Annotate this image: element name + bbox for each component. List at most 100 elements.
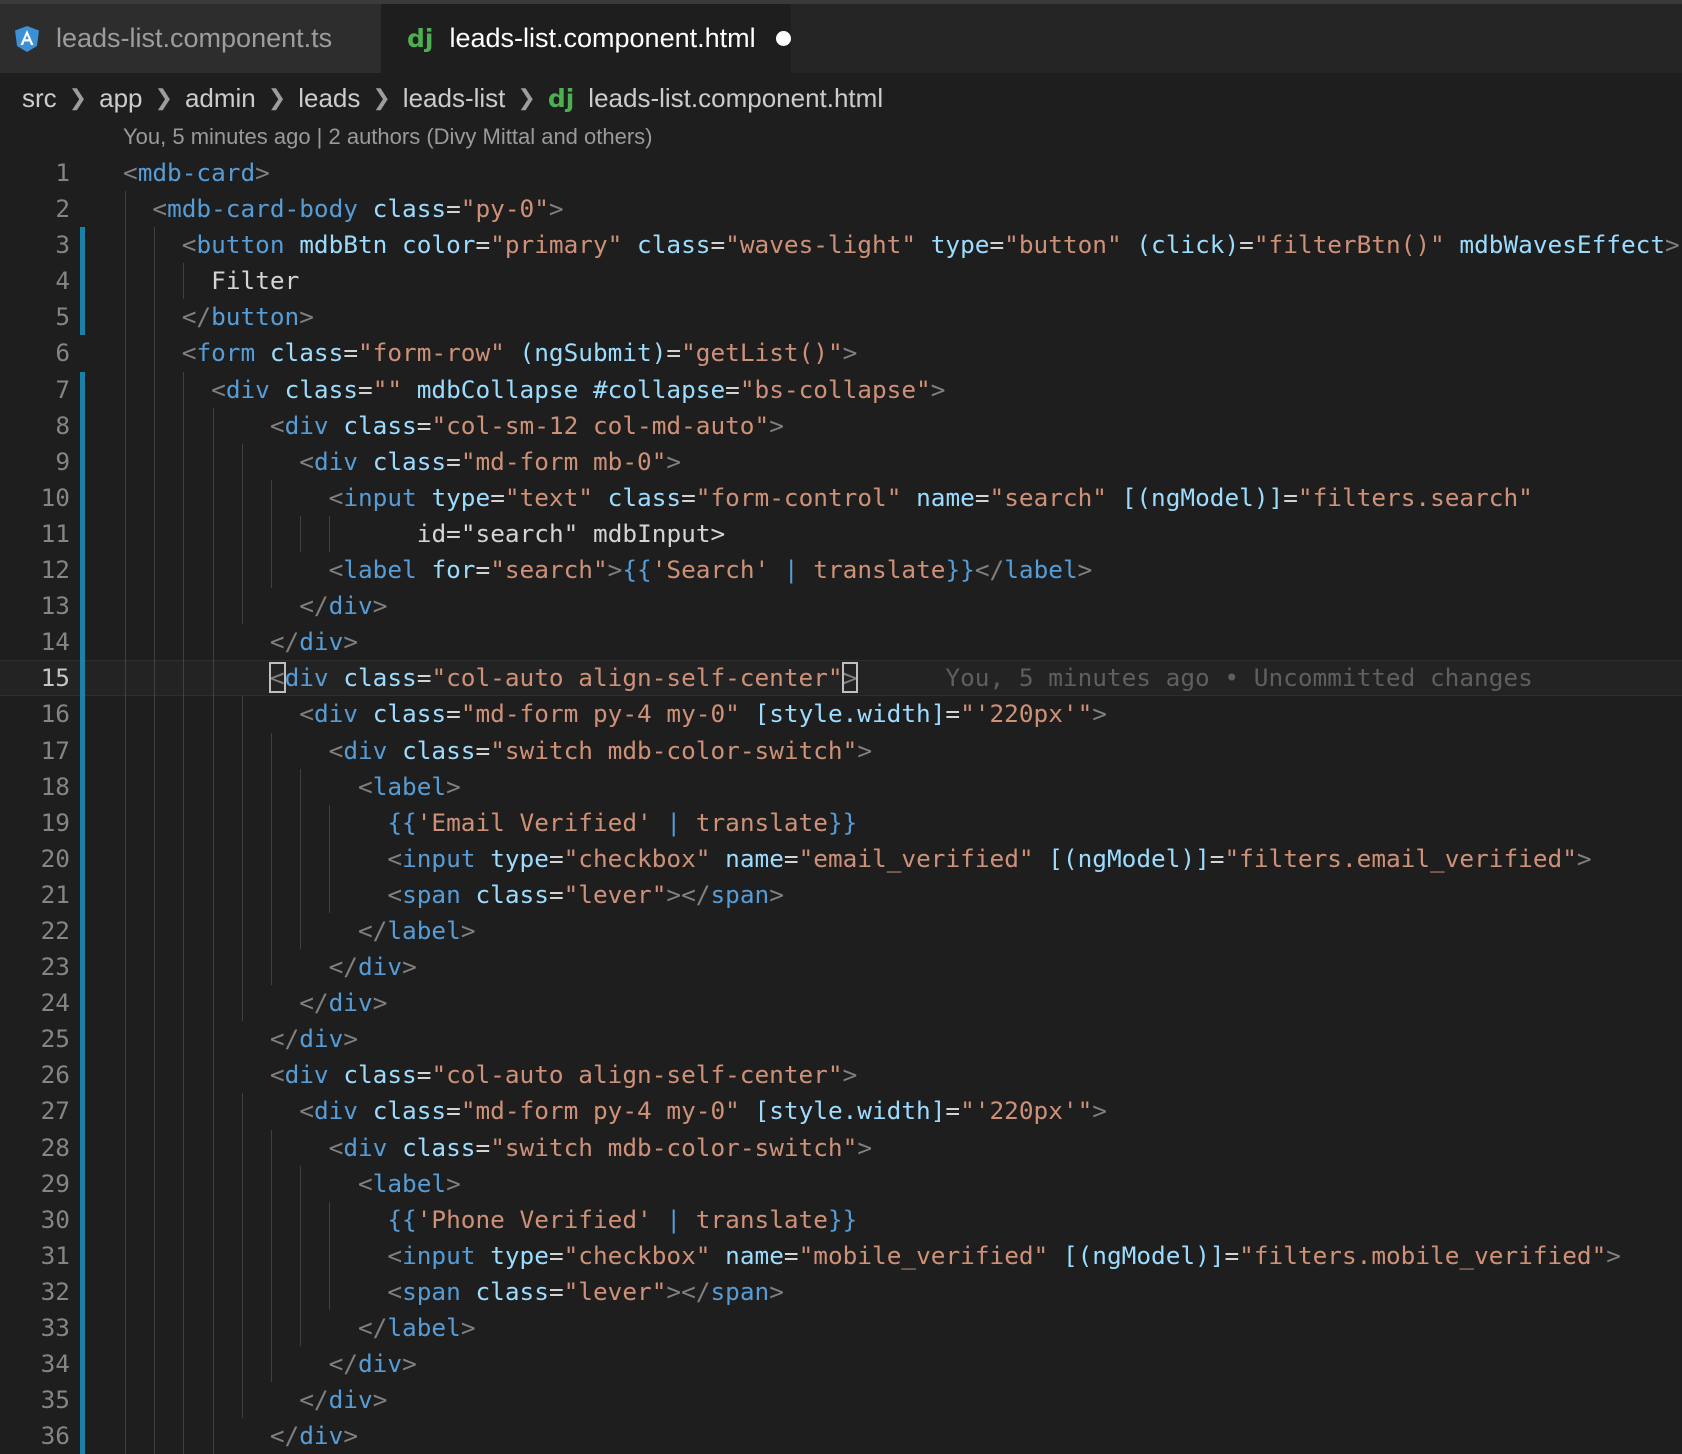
code-text: </div> — [269, 1421, 358, 1451]
code-editor[interactable]: 1 <mdb-card> 2 <mdb-card-body class="py-0"… — [0, 155, 1682, 1454]
code-line[interactable]: 34 </div> — [0, 1346, 1682, 1383]
tab-leads-list-component-ts[interactable]: leads-list.component.ts — [0, 4, 381, 73]
code-line[interactable]: 20 <input type="checkbox" name="email_ve… — [0, 840, 1682, 877]
code-line[interactable]: 17 <div class="switch mdb-color-switch"> — [0, 732, 1682, 769]
git-modified-gutter-mark[interactable] — [80, 1165, 85, 1202]
git-modified-gutter-mark[interactable] — [80, 1129, 85, 1166]
code-line[interactable]: 31 <input type="checkbox" name="mobile_v… — [0, 1237, 1682, 1274]
code-line[interactable]: 13 </div> — [0, 588, 1682, 625]
code-line[interactable]: 2 <mdb-card-body class="py-0"> — [0, 191, 1682, 228]
code-line[interactable]: 16 <div class="md-form py-4 my-0" [style… — [0, 696, 1682, 733]
line-number: 20 — [40, 843, 70, 873]
code-line[interactable]: 6 <form class="form-row" (ngSubmit)="get… — [0, 335, 1682, 372]
breadcrumb-admin[interactable]: admin — [185, 83, 256, 114]
code-line[interactable]: 18 <label> — [0, 768, 1682, 805]
breadcrumb-leads-list[interactable]: leads-list — [403, 83, 506, 114]
breadcrumb-leads[interactable]: leads — [298, 83, 360, 114]
code-text: </label> — [358, 915, 476, 945]
git-modified-gutter-mark[interactable] — [80, 949, 85, 986]
code-line[interactable]: 7 <div class="" mdbCollapse #collapse="b… — [0, 371, 1682, 408]
code-line[interactable]: 29 <label> — [0, 1165, 1682, 1202]
line-number: 8 — [55, 410, 70, 440]
code-line[interactable]: 10 <input type="text" class="form-contro… — [0, 479, 1682, 516]
code-line[interactable]: 8 <div class="col-sm-12 col-md-auto"> — [0, 407, 1682, 444]
git-modified-gutter-mark[interactable] — [80, 227, 85, 264]
code-line[interactable]: 14 </div> — [0, 624, 1682, 661]
code-line[interactable]: 24 </div> — [0, 985, 1682, 1022]
code-line[interactable]: 12 <label for="search">{{'Search' | tran… — [0, 552, 1682, 589]
code-line[interactable]: 32 <span class="lever"></span> — [0, 1273, 1682, 1310]
git-modified-gutter-mark[interactable] — [80, 1093, 85, 1130]
git-modified-gutter-mark[interactable] — [80, 1310, 85, 1347]
line-number: 32 — [40, 1276, 70, 1306]
git-blame-codelens[interactable]: You, 5 minutes ago | 2 authors (Divy Mit… — [123, 124, 653, 150]
code-line[interactable]: 30 {{'Phone Verified' | translate}} — [0, 1201, 1682, 1238]
git-modified-gutter-mark[interactable] — [80, 1237, 85, 1274]
code-text: </div> — [269, 1024, 358, 1054]
code-text: </label> — [358, 1313, 476, 1342]
code-line[interactable]: 25 </div> — [0, 1021, 1682, 1058]
code-line[interactable]: 33 </label> — [0, 1310, 1682, 1347]
breadcrumb-file[interactable]: leads-list.component.html — [588, 83, 883, 114]
git-modified-gutter-mark[interactable] — [80, 985, 85, 1022]
git-modified-gutter-mark[interactable] — [80, 299, 85, 336]
git-modified-gutter-mark[interactable] — [80, 912, 85, 950]
git-modified-gutter-mark[interactable] — [80, 840, 85, 877]
code-line[interactable]: 3 <button mdbBtn color="primary" class="… — [0, 227, 1682, 264]
git-modified-gutter-mark[interactable] — [80, 1057, 85, 1094]
code-line[interactable]: 27 <div class="md-form py-4 my-0" [style… — [0, 1093, 1682, 1130]
code-text: <div class="switch mdb-color-switch"> — [328, 735, 872, 765]
code-line[interactable]: 19 {{'Email Verified' | translate}} — [0, 804, 1682, 841]
code-line[interactable]: 9 <div class="md-form mb-0"> — [0, 443, 1682, 480]
code-line[interactable]: 15 <div class="col-auto align-self-cente… — [0, 660, 1682, 697]
code-line[interactable]: 11 id="search" mdbInput> — [0, 515, 1682, 553]
git-modified-gutter-mark[interactable] — [80, 1021, 85, 1058]
line-number: 27 — [40, 1096, 70, 1126]
git-modified-gutter-mark[interactable] — [80, 1273, 85, 1310]
code-line[interactable]: 22 </label> — [0, 912, 1682, 950]
chevron-right-icon: ❯ — [154, 85, 173, 110]
code-line[interactable]: 36 </div> — [0, 1418, 1682, 1454]
git-modified-gutter-mark[interactable] — [80, 1201, 85, 1238]
git-modified-gutter-mark[interactable] — [80, 552, 85, 589]
chevron-right-icon: ❯ — [267, 85, 287, 110]
git-modified-gutter-mark[interactable] — [80, 804, 85, 841]
line-number: 10 — [40, 482, 70, 512]
git-modified-gutter-mark[interactable] — [80, 443, 85, 480]
code-text: <span class="lever"></span> — [387, 1276, 784, 1306]
tab-label: leads-list.component.ts — [56, 23, 333, 53]
code-line[interactable]: 5 </button> — [0, 299, 1682, 336]
git-modified-gutter-mark[interactable] — [80, 1346, 85, 1383]
git-modified-gutter-mark[interactable] — [80, 1382, 85, 1419]
breadcrumb-src[interactable]: src — [22, 83, 57, 114]
git-modified-gutter-mark[interactable] — [80, 407, 85, 444]
line-number: 31 — [40, 1240, 70, 1270]
git-modified-gutter-mark[interactable] — [80, 768, 85, 805]
code-line[interactable]: 1 <mdb-card> — [0, 155, 1682, 191]
code-text: <button mdbBtn color="primary" class="wa… — [181, 230, 1680, 260]
django-template-icon: dj — [547, 83, 575, 113]
git-modified-gutter-mark[interactable] — [80, 1418, 85, 1454]
code-line[interactable]: 35 </div> — [0, 1382, 1682, 1419]
line-number: 2 — [55, 194, 70, 224]
git-modified-gutter-mark[interactable] — [80, 479, 85, 516]
git-modified-gutter-mark[interactable] — [80, 624, 85, 661]
git-modified-gutter-mark[interactable] — [80, 732, 85, 769]
git-modified-gutter-mark[interactable] — [80, 371, 85, 408]
code-text: <label for="search">{{'Search' | transla… — [328, 555, 1093, 585]
code-text: <input type="checkbox" name="email_verif… — [387, 843, 1592, 873]
git-modified-gutter-mark[interactable] — [80, 515, 85, 553]
git-modified-gutter-mark[interactable] — [80, 876, 85, 913]
code-line[interactable]: 21 <span class="lever"></span> — [0, 876, 1682, 913]
breadcrumb-app[interactable]: app — [99, 83, 142, 114]
code-line[interactable]: 4 Filter — [0, 263, 1682, 300]
code-line[interactable]: 23 </div> — [0, 949, 1682, 986]
git-modified-gutter-mark[interactable] — [80, 696, 85, 733]
code-line[interactable]: 26 <div class="col-auto align-self-cente… — [0, 1057, 1682, 1094]
tab-leads-list-component-html[interactable]: dj leads-list.component.html — [381, 4, 791, 73]
git-modified-gutter-mark[interactable] — [80, 263, 85, 300]
git-modified-gutter-mark[interactable] — [80, 660, 85, 697]
git-modified-gutter-mark[interactable] — [80, 588, 85, 625]
unsaved-changes-dot-icon[interactable] — [775, 31, 791, 46]
code-line[interactable]: 28 <div class="switch mdb-color-switch"> — [0, 1129, 1682, 1166]
